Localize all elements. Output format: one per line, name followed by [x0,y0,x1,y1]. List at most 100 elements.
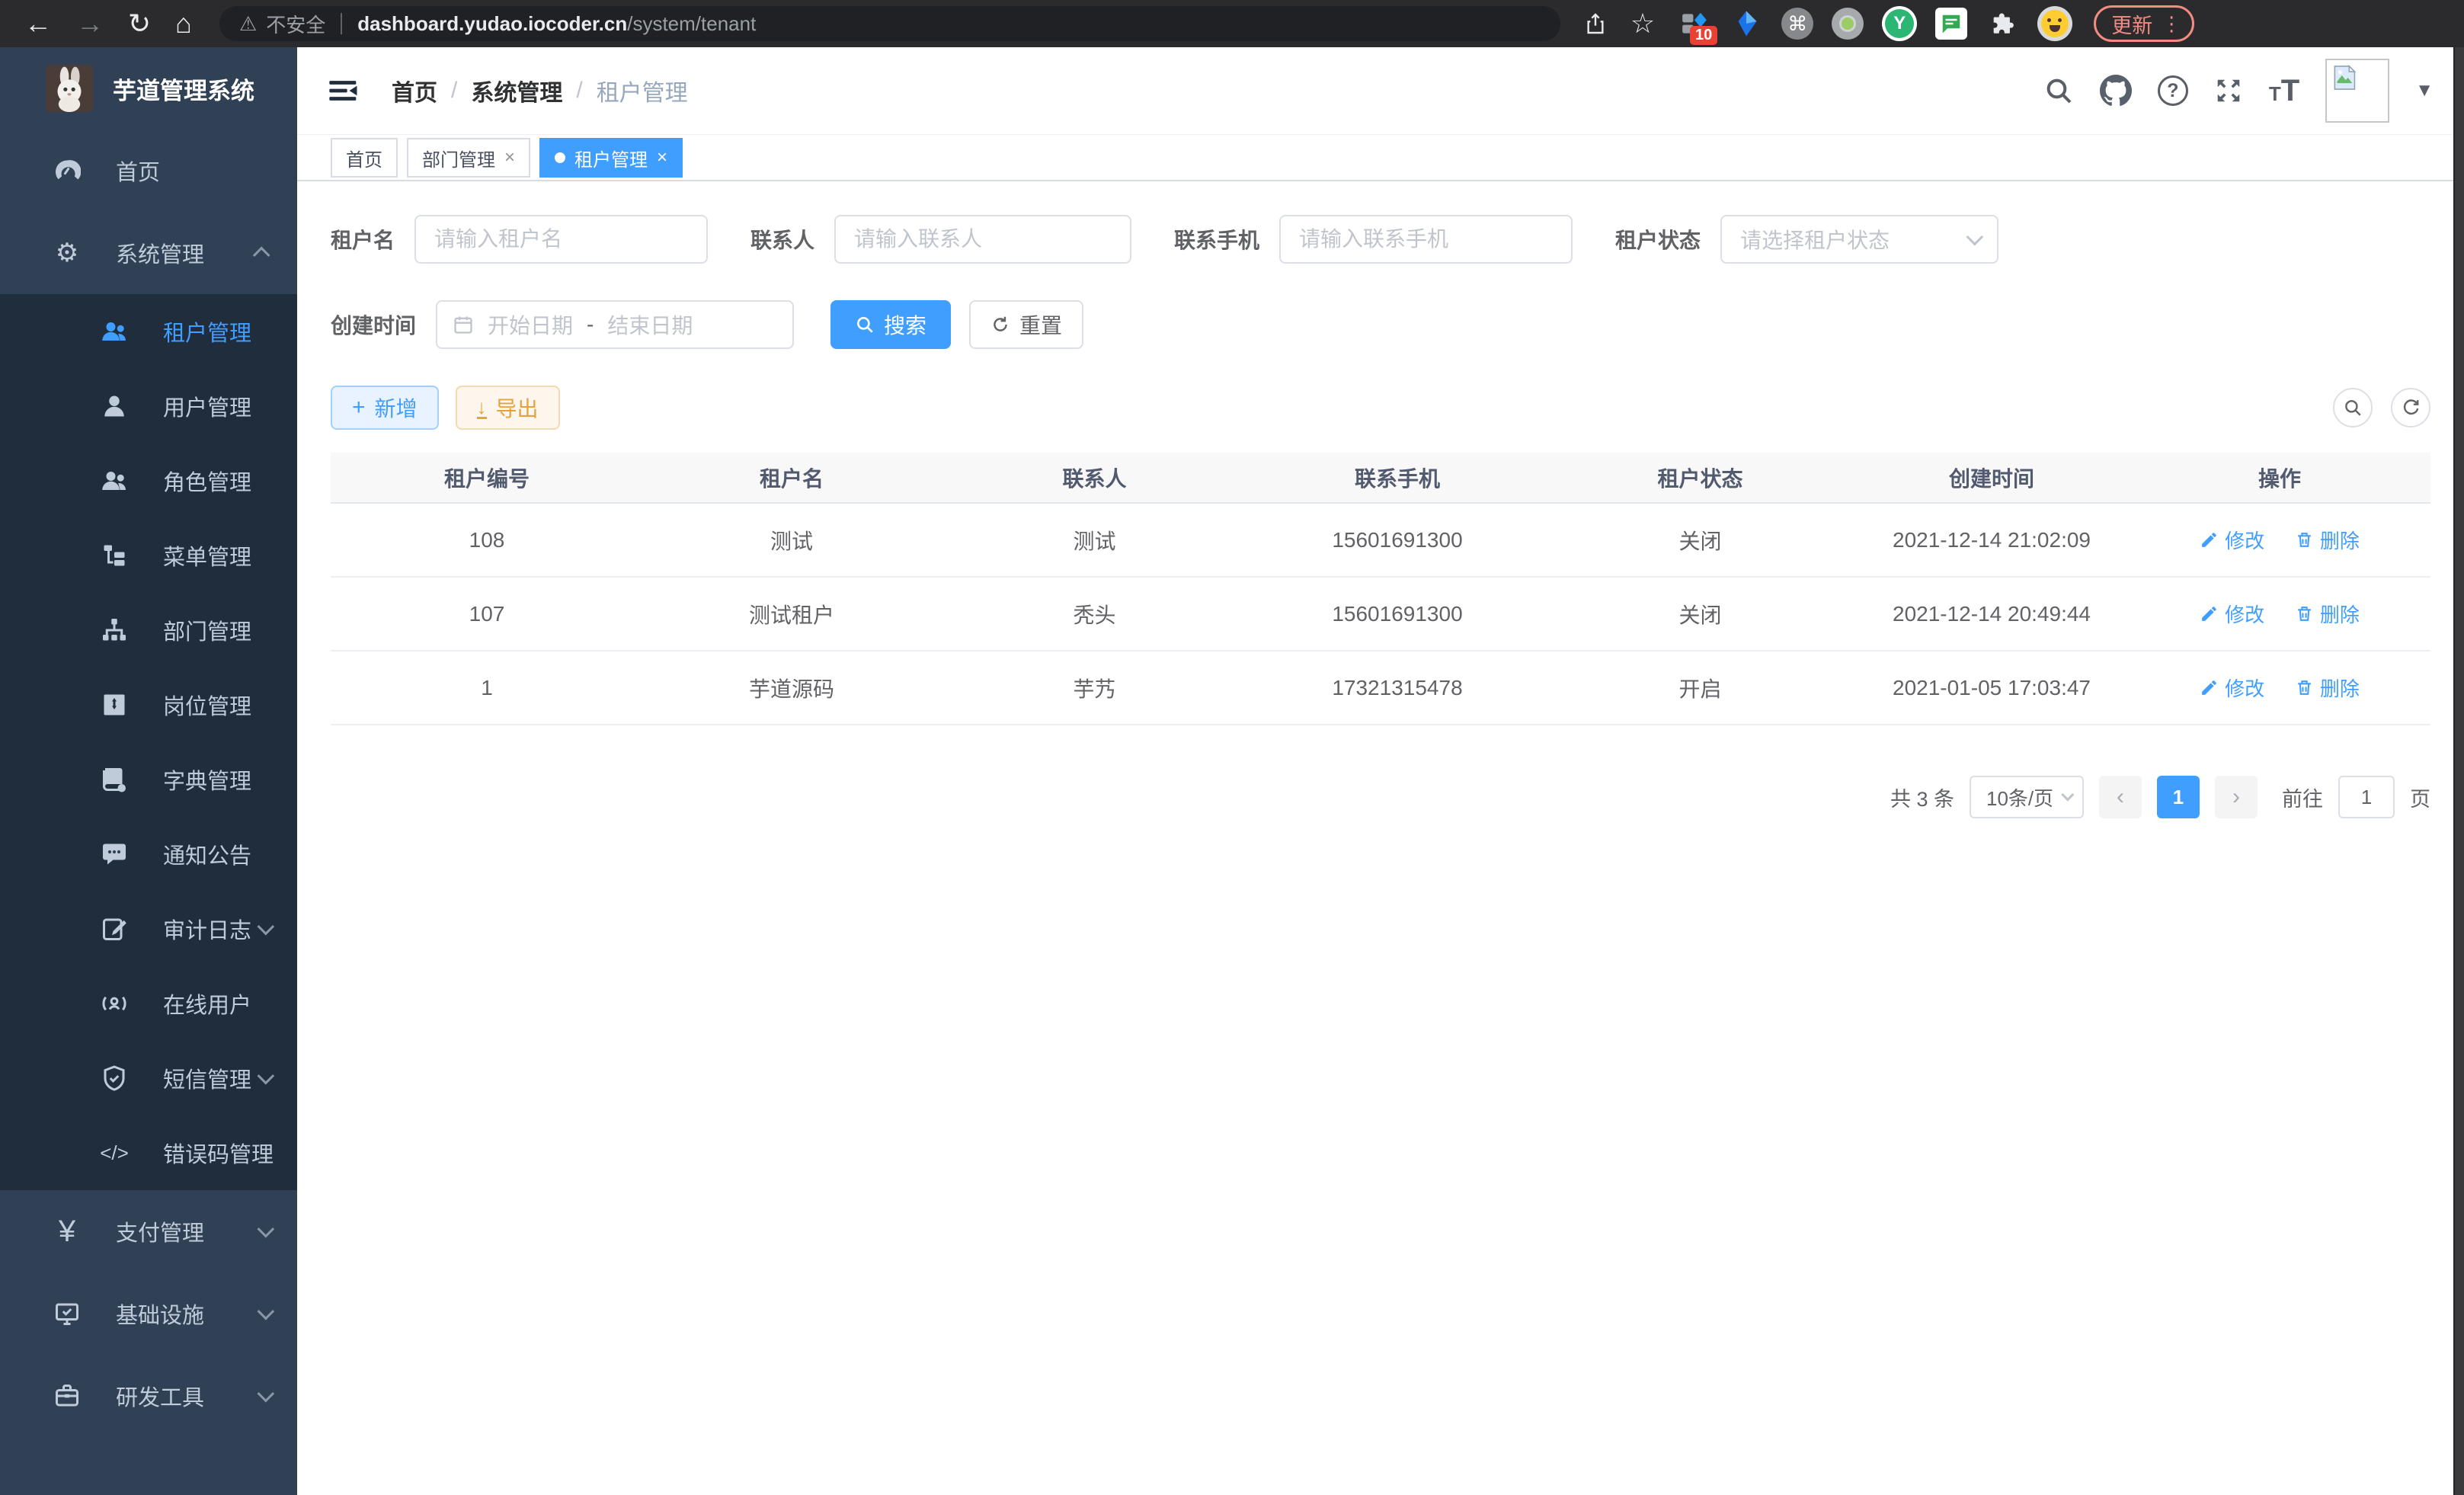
help-icon[interactable]: ? [2158,75,2188,106]
date-range-picker[interactable]: 开始日期 - 结束日期 [436,300,794,349]
pagination: 共 3 条 10条/页 ‹ 1 › 前往 页 [331,776,2430,818]
sidebar-item-tenant[interactable]: 租户管理 [0,294,297,369]
contact-input[interactable] [834,215,1131,264]
insecure-warning-icon: ⚠ [239,12,257,36]
fullscreen-icon[interactable] [2214,76,2243,105]
status-select[interactable]: 请选择租户状态 [1720,215,1998,264]
chrome-menu-icon[interactable]: ⋮ [2162,12,2181,36]
sidebar-item-devtool[interactable]: 研发工具 [0,1355,297,1437]
profile-avatar-icon[interactable] [2037,6,2072,41]
sidebar-item-notice[interactable]: 通知公告 [0,817,297,892]
next-page-button[interactable]: › [2215,776,2258,818]
plus-icon: + [352,396,366,419]
yuque-extension-icon[interactable]: Y [1882,6,1917,41]
bookmark-star-icon[interactable]: ☆ [1630,8,1655,40]
total-count: 共 3 条 [1890,783,1954,812]
sidebar-item-online-user[interactable]: 在线用户 [0,966,297,1041]
breadcrumb-home[interactable]: 首页 [392,74,437,107]
browser-forward-button[interactable]: → [76,0,104,47]
tenant-name-input[interactable] [414,215,708,264]
kite-extension-icon[interactable] [1730,7,1763,40]
status-label: 租户状态 [1615,224,1701,255]
sidebar-item-system[interactable]: ⚙ 系统管理 [0,212,297,294]
sidebar-item-infra[interactable]: 基础设施 [0,1273,297,1355]
delete-link[interactable]: 删除 [2295,674,2360,702]
command-extension-icon[interactable]: ⌘ [1781,8,1813,40]
window-scrollbar[interactable] [2453,47,2464,1495]
sidebar-item-pay[interactable]: ¥ 支付管理 [0,1190,297,1273]
active-dot [555,152,565,163]
recorder-extension-icon[interactable] [1832,8,1864,40]
trash-icon [2295,678,2314,697]
toggle-search-button[interactable] [2333,388,2373,427]
search-icon [2343,398,2363,418]
chrome-update-button[interactable]: 更新 ⋮ [2094,5,2194,42]
edit-link[interactable]: 修改 [2200,600,2264,628]
sidebar-item-errcode[interactable]: </> 错误码管理 [0,1116,297,1190]
page-unit: 页 [2410,783,2430,812]
address-bar[interactable]: ⚠ 不安全 dashboard.yudao.iocoder.cn /system… [219,6,1560,41]
goto-page-input[interactable] [2338,776,2395,818]
current-page-button[interactable]: 1 [2157,776,2200,818]
dashboard-icon [50,157,84,184]
tab-tenant-active[interactable]: 租户管理 × [539,138,683,178]
page-size-select[interactable]: 10条/页 [1970,776,2084,818]
table-row: 1 芋道源码 芋艿 17321315478 开启 2021-01-05 17:0… [331,651,2430,725]
start-date-placeholder: 开始日期 [488,309,573,340]
extensions-puzzle-icon[interactable] [1986,7,2019,40]
sidebar-item-post[interactable]: 岗位管理 [0,667,297,742]
font-size-icon[interactable]: TT [2269,74,2299,108]
delete-link[interactable]: 删除 [2295,526,2360,554]
close-icon[interactable]: × [657,147,667,168]
goto-label: 前往 [2282,783,2323,812]
edit-link[interactable]: 修改 [2200,526,2264,554]
sidebar-item-user[interactable]: 用户管理 [0,369,297,443]
chevron-down-icon [258,918,275,936]
sidebar-item-home[interactable]: 首页 [0,130,297,212]
toolbox-icon [50,1382,84,1410]
browser-home-button[interactable]: ⌂ [175,0,192,47]
delete-link[interactable]: 删除 [2295,600,2360,628]
col-created: 创建时间 [1854,453,2129,503]
sidebar-item-menu[interactable]: 菜单管理 [0,518,297,593]
close-icon[interactable]: × [504,147,515,168]
tab-dept[interactable]: 部门管理 × [407,138,530,178]
status-text: 关闭 [1546,503,1854,577]
prev-page-button[interactable]: ‹ [2099,776,2142,818]
export-button[interactable]: ↓ 导出 [456,386,560,430]
sidebar-item-role[interactable]: 角色管理 [0,443,297,518]
translate-extension-icon[interactable]: 10 [1678,7,1711,40]
chat-extension-icon[interactable] [1935,8,1967,40]
sidebar-item-dict[interactable]: 字典管理 [0,742,297,817]
trash-icon [2295,604,2314,623]
monitor-icon [50,1300,84,1327]
breadcrumb-system[interactable]: 系统管理 [471,74,562,107]
avatar-caret-icon[interactable]: ▼ [2415,80,2434,101]
sidebar-item-dept[interactable]: 部门管理 [0,593,297,667]
user-avatar[interactable] [2325,59,2389,123]
top-navbar: 首页 / 系统管理 / 租户管理 ? TT [297,47,2464,135]
sidebar-item-audit-log[interactable]: 审计日志 [0,892,297,966]
end-date-placeholder: 结束日期 [607,309,693,340]
tenant-name-label: 租户名 [331,224,395,255]
app-logo[interactable]: 芋道管理系统 [0,47,297,130]
sidebar-collapse-icon[interactable] [328,75,360,107]
share-icon[interactable] [1583,11,1608,36]
browser-back-button[interactable]: ← [24,0,52,47]
sidebar-item-sms[interactable]: 短信管理 [0,1041,297,1116]
search-button[interactable]: 搜索 [830,300,951,349]
edit-link[interactable]: 修改 [2200,674,2264,702]
org-chart-icon [98,616,131,644]
mobile-input[interactable] [1279,215,1573,264]
browser-reload-button[interactable]: ↻ [128,0,151,47]
online-users-icon [98,990,131,1017]
user-icon [98,392,131,420]
add-button[interactable]: + 新增 [331,386,439,430]
reset-button[interactable]: 重置 [969,300,1083,349]
divider [341,13,342,34]
refresh-table-button[interactable] [2391,388,2430,427]
code-icon: </> [98,1141,131,1165]
header-search-icon[interactable] [2043,75,2074,106]
tab-home[interactable]: 首页 [331,138,398,178]
github-icon[interactable] [2100,75,2132,107]
